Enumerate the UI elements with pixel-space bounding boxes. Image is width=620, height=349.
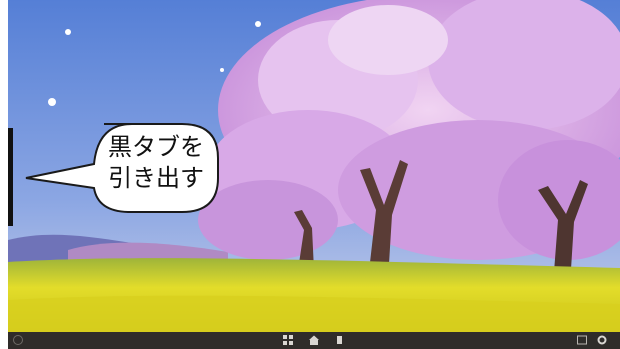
home-icon[interactable] <box>308 334 320 346</box>
taskbar-right <box>576 334 616 346</box>
taskbar-nav <box>282 334 346 346</box>
black-tab-handle[interactable] <box>8 128 13 226</box>
grid-icon[interactable] <box>282 334 294 346</box>
clock-icon <box>13 335 23 345</box>
callout-bubble: 黒タブを 引き出す <box>22 120 232 234</box>
callout-line-2: 引き出す <box>108 164 204 192</box>
callout-line-1: 黒タブを <box>108 133 204 161</box>
taskbar-left <box>12 334 30 346</box>
taskbar <box>8 332 620 349</box>
settings-icon[interactable] <box>596 334 608 346</box>
back-icon[interactable] <box>334 334 346 346</box>
tablet-screen: 黒タブを 引き出す <box>8 0 620 349</box>
screenshot-icon[interactable] <box>576 334 588 346</box>
